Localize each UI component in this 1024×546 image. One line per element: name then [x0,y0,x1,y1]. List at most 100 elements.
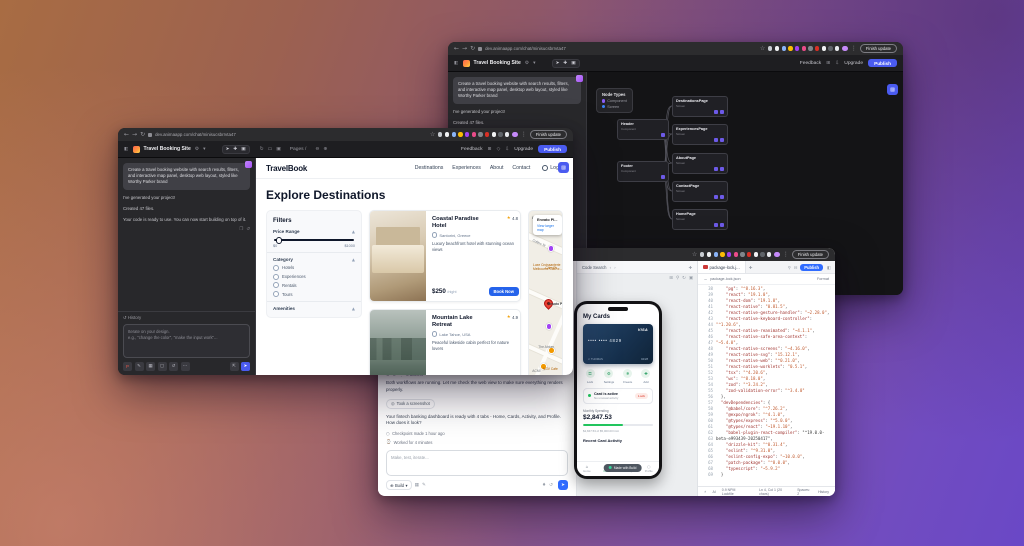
radio-icon[interactable] [273,273,279,280]
send-button[interactable]: ➤ [241,362,250,371]
view-larger-map-link[interactable]: View larger map [537,224,558,232]
edit-icon[interactable]: ✎ [134,362,144,371]
file-tab[interactable]: package-lock.j... [698,261,746,273]
project-chevron-icon[interactable]: ▾ [203,147,205,152]
cursor-position[interactable]: Ln 4, Col 1 (20 chars) [759,488,791,496]
component-node[interactable]: Footer Component [617,161,669,182]
zoom-in-icon[interactable]: ⊕ [323,147,327,152]
screen-node[interactable]: AboutPage Screen [672,153,728,174]
radio-icon[interactable] [273,291,279,298]
tab-prev-icon[interactable]: ‹ [609,265,611,270]
map-poi-label[interactable]: Chin Ch... [545,266,560,270]
forward-icon[interactable]: → [462,45,467,52]
filter-option[interactable]: Tours [273,291,355,298]
reload-icon[interactable]: ↻ [140,131,145,138]
tab-next-icon[interactable]: › [614,265,616,270]
bookmark-star-icon[interactable]: ☆ [760,45,765,52]
desktop-icon[interactable]: ▭ [268,147,273,152]
extension-icons[interactable] [768,46,840,51]
figma-import-icon[interactable]: P [123,362,132,371]
amenities-section[interactable]: Amenities ▲ [273,306,355,311]
screen-node[interactable]: ContactPage Screen [672,181,728,202]
upgrade-button[interactable]: Upgrade [514,147,533,152]
project-settings-icon[interactable]: ⚙ [195,147,199,152]
sidebar-toggle-icon[interactable]: ◧ [124,147,129,152]
screen-node[interactable]: DestinationsPage Screen [672,96,728,117]
editor-publish-button[interactable]: Publish [800,263,824,271]
chat-input[interactable]: Make, test, iterate... [386,450,568,476]
frame-icon[interactable]: ▢ [157,362,167,371]
image-attach-icon[interactable]: ▦ [415,483,419,488]
expand-icon[interactable]: ⇱ [229,362,239,371]
notifications-icon[interactable]: ◇ [497,147,501,152]
screen-node[interactable]: HomePage Screen [672,209,728,230]
price-range-section[interactable]: Price Range ▲ [273,229,355,234]
canvas-tools[interactable]: ➤ ✚ ▣ [551,58,580,68]
action-settings[interactable]: ⚙ Settings [604,369,614,384]
finish-update-button[interactable]: Finish update [529,130,567,139]
map-poi-label[interactable]: NGV Cafe [543,367,558,371]
download-icon[interactable]: ⇩ [835,61,839,66]
radio-icon[interactable] [273,264,279,271]
url-bar[interactable]: dev.animaapp.com/chat/minisucsbrrvta47 [485,46,566,51]
add-tab-icon[interactable]: ✚ [688,265,692,270]
sidebar-toggle-icon[interactable]: ◧ [454,61,459,66]
checkpoint-row[interactable]: ○ Checkpoint made 1 hour ago [386,431,568,436]
nav-about[interactable]: About [490,165,504,171]
filter-option[interactable]: Rentals [273,282,355,289]
mic-icon[interactable]: ♦ [542,483,546,488]
forward-icon[interactable]: → [132,131,137,138]
refresh-icon[interactable]: ↻ [260,147,264,152]
component-node[interactable]: Header Component [617,119,669,140]
feedback-button[interactable]: Feedback [461,147,482,152]
canvas-tools[interactable]: ➤ ✚ ▣ [221,144,250,154]
edit-icon[interactable]: ✎ [422,483,426,488]
action-lock[interactable]: ⚿ Lock [585,369,595,384]
menu-icon[interactable]: ⋮ [521,131,527,138]
site-info-icon[interactable] [478,46,483,51]
book-now-button[interactable]: Book Now [488,287,519,296]
screenshot-chip[interactable]: ◎ Took a screenshot [386,398,435,409]
screen-node[interactable]: ExperiencesPage Screen [672,124,728,145]
nav-destinations[interactable]: Destinations [415,165,444,171]
project-settings-icon[interactable]: ⚙ [525,61,529,66]
map-poi-label[interactable]: The Atrium [538,345,554,349]
ai-icon[interactable]: ⚡ [704,490,706,494]
filter-option[interactable]: Experiences [273,273,355,280]
chat-toggle-button[interactable]: ▨ [887,84,898,95]
history-icon[interactable]: ↺ [549,483,553,488]
feedback-button[interactable]: Feedback [800,61,821,66]
bookmark-star-icon[interactable]: ☆ [692,251,697,258]
action-add[interactable]: ✚ Add [641,369,651,384]
pages-dropdown[interactable]: Pages / [290,147,307,152]
category-section[interactable]: Category ▲ [273,257,355,262]
code-editor[interactable]: 38 39 40 41 42 43 44 45 46 47 48 49 50 51 52 53 54 55 56 57… [698,285,835,486]
grid-icon[interactable]: ⊞ [488,147,492,152]
fullscreen-icon[interactable]: ▣ [276,147,281,152]
action-freeze[interactable]: ❄ Freeze [623,369,633,384]
price-slider[interactable] [274,237,354,244]
chat-toggle-button[interactable]: ▨ [558,162,569,173]
menu-icon[interactable]: ⋮ [851,45,857,52]
map-poi-label[interactable]: ACMI [532,369,540,373]
project-title[interactable]: Travel Booking Site [474,60,521,66]
map-marker[interactable] [545,323,552,330]
history-small-icon[interactable]: ↺ [169,362,178,371]
chat-input[interactable]: Iterate on your design. e.g., "change th… [123,324,250,358]
back-icon[interactable]: ← [454,45,459,52]
url-bar[interactable]: dev.animaapp.com/chat/minisucsbrrvta47 [155,132,236,137]
grid-icon[interactable]: ⊞ [826,61,830,66]
project-title[interactable]: Travel Booking Site [144,146,191,152]
profile-avatar[interactable] [842,45,848,52]
map-marker[interactable] [547,245,554,252]
breadcrumb[interactable]: package-lock.json [710,277,740,281]
split-icon[interactable]: ⊟ [794,265,798,270]
worked-row[interactable]: ⌚ Worked for 4 minutes [386,439,568,445]
map-panel[interactable]: Exhibition St/101 Collins Collins St Lux… [528,210,563,375]
publish-button[interactable]: Publish [868,59,897,67]
build-mode-dropdown[interactable]: ⊕ Build ▾ [386,480,412,490]
lock-chip[interactable]: Lock [634,392,648,399]
map-place-card[interactable]: Envato Pl... View larger map [533,215,562,235]
more-icon[interactable]: ⋯ [180,362,190,371]
hotel-card[interactable]: Mountain Lake Retreat ★ 4.9 Lake Tahoe, U… [369,309,521,375]
